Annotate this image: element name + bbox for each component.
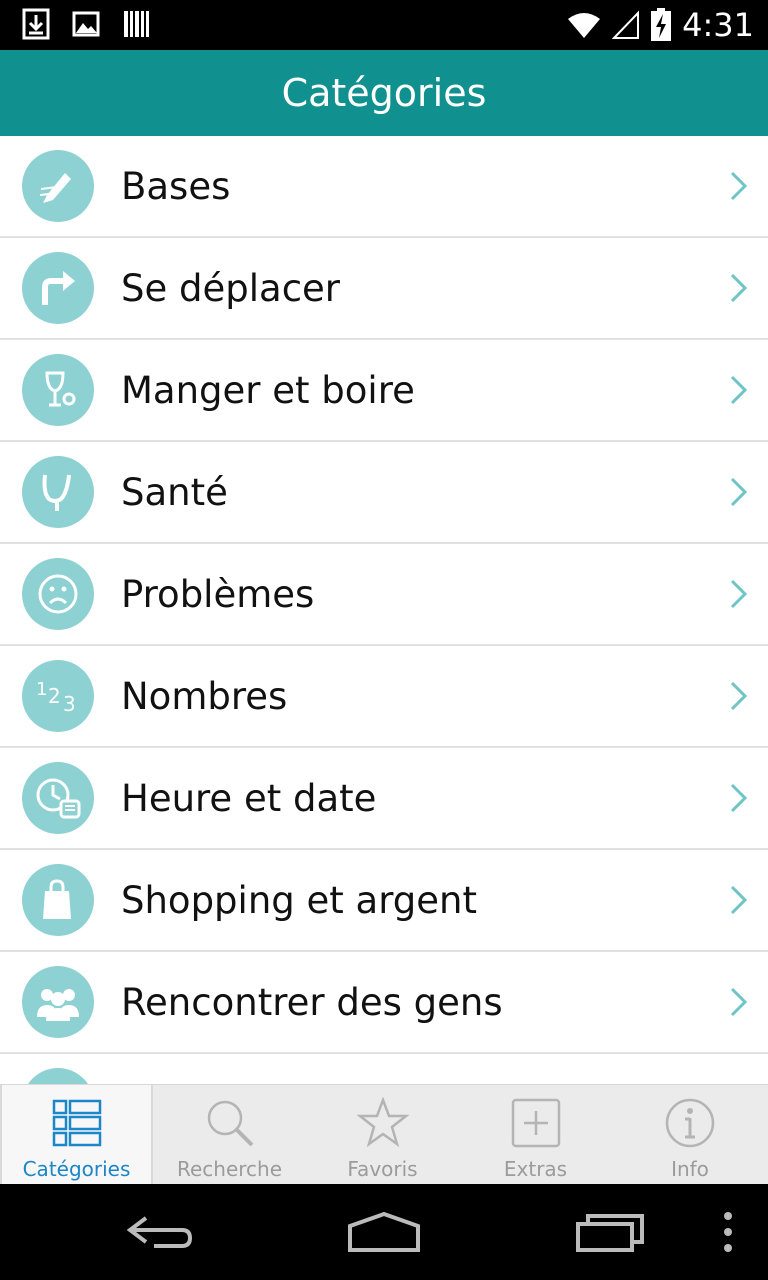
chevron-right-icon — [730, 273, 748, 303]
overflow-menu-icon[interactable] — [720, 1210, 736, 1254]
wine-glass-icon — [22, 354, 94, 426]
category-label: Manger et boire — [121, 368, 415, 412]
tab-bar: Catégories Recherche Favoris Extras Info — [0, 1084, 768, 1185]
chevron-right-icon — [730, 885, 748, 915]
sad-face-icon — [22, 558, 94, 630]
download-icon — [22, 8, 50, 40]
people-icon — [22, 966, 94, 1038]
category-icon-partial — [22, 1068, 94, 1084]
search-icon — [207, 1100, 253, 1147]
svg-text:3: 3 — [63, 692, 76, 716]
category-label: Heure et date — [121, 776, 377, 820]
tab-favoris[interactable]: Favoris — [306, 1085, 459, 1185]
chevron-right-icon — [730, 477, 748, 507]
chevron-right-icon — [730, 681, 748, 711]
category-label: Nombres — [121, 674, 288, 718]
page-title: Catégories — [281, 71, 487, 115]
svg-text:1: 1 — [36, 679, 47, 700]
category-row-partial[interactable] — [0, 1054, 768, 1084]
clock: 4:31 — [682, 6, 754, 44]
category-row-nombres[interactable]: 1 2 3 Nombres — [0, 646, 768, 748]
category-label: Problèmes — [121, 572, 315, 616]
tab-label: Info — [671, 1157, 709, 1181]
category-label: Se déplacer — [121, 266, 341, 310]
chevron-right-icon — [730, 579, 748, 609]
category-label: Rencontrer des gens — [121, 980, 503, 1024]
system-nav-bar — [0, 1184, 768, 1280]
shopping-bag-icon — [22, 864, 94, 936]
tab-label: Extras — [503, 1157, 568, 1181]
tab-categories[interactable]: Catégories — [0, 1085, 153, 1185]
svg-text:2: 2 — [48, 684, 61, 708]
category-label: Santé — [121, 470, 228, 514]
category-row-bases[interactable]: Bases — [0, 136, 768, 238]
category-row-rencontrer-des-gens[interactable]: Rencontrer des gens — [0, 952, 768, 1054]
home-icon[interactable] — [346, 1210, 422, 1254]
battery-icon — [651, 8, 672, 41]
image-icon — [72, 11, 100, 37]
recent-apps-icon[interactable] — [574, 1210, 646, 1254]
pencil-icon — [22, 150, 94, 222]
wifi-icon — [568, 13, 601, 38]
barcode-icon — [124, 11, 149, 37]
list-icon — [52, 1099, 101, 1147]
category-row-manger-et-boire[interactable]: Manger et boire — [0, 340, 768, 442]
category-list: Bases Se déplacer Manger et boire Santé … — [0, 136, 768, 1084]
star-icon — [356, 1097, 409, 1148]
category-row-problemes[interactable]: Problèmes — [0, 544, 768, 646]
tab-info[interactable]: Info — [612, 1085, 768, 1185]
chevron-right-icon — [730, 987, 748, 1017]
chevron-right-icon — [730, 171, 748, 201]
category-row-sante[interactable]: Santé — [0, 442, 768, 544]
chevron-right-icon — [730, 783, 748, 813]
tab-label: Recherche — [176, 1157, 283, 1181]
category-row-se-deplacer[interactable]: Se déplacer — [0, 238, 768, 340]
category-label: Shopping et argent — [121, 878, 477, 922]
signal-icon — [612, 10, 640, 39]
tab-label: Catégories — [22, 1157, 131, 1181]
chevron-right-icon — [730, 375, 748, 405]
plus-box-icon — [511, 1098, 560, 1148]
category-row-heure-et-date[interactable]: Heure et date — [0, 748, 768, 850]
info-icon — [665, 1098, 715, 1148]
tab-label: Favoris — [347, 1157, 418, 1181]
category-label: Bases — [121, 164, 231, 208]
title-bar: Catégories — [0, 50, 768, 136]
stethoscope-icon — [22, 456, 94, 528]
clock-calendar-icon — [22, 762, 94, 834]
turn-arrow-icon — [22, 252, 94, 324]
category-row-shopping-et-argent[interactable]: Shopping et argent — [0, 850, 768, 952]
status-bar: 4:31 — [0, 0, 768, 50]
numbers-icon: 1 2 3 — [22, 660, 94, 732]
back-icon[interactable] — [124, 1210, 196, 1254]
tab-recherche[interactable]: Recherche — [153, 1085, 306, 1185]
tab-extras[interactable]: Extras — [459, 1085, 612, 1185]
